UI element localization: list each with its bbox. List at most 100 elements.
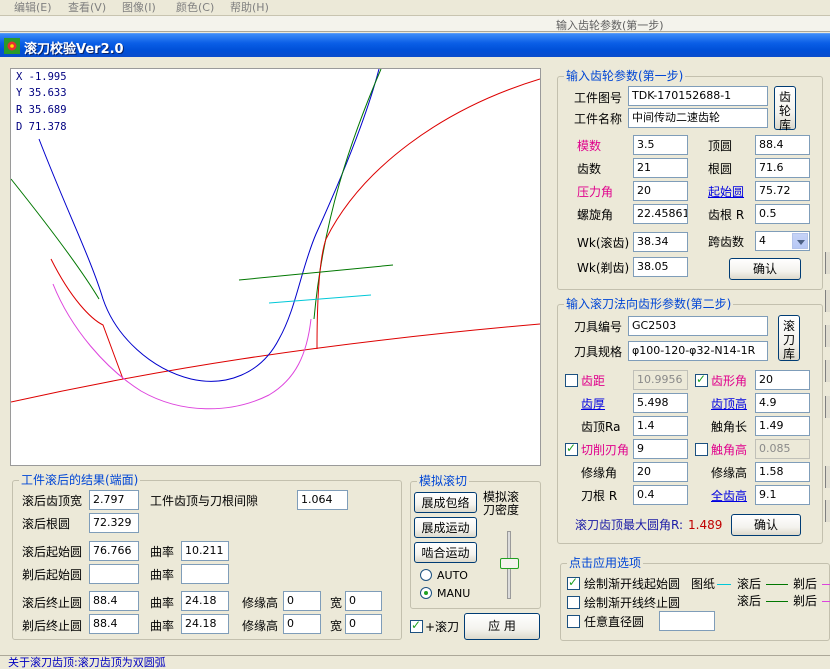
part-no-label: 工件图号 (574, 91, 623, 105)
apply-button[interactable]: 应 用 (464, 613, 540, 640)
width-field-2[interactable]: 0 (345, 614, 382, 634)
pressure-angle-field[interactable]: 20 (633, 181, 688, 201)
density-slider-thumb[interactable] (500, 558, 519, 569)
width-field-1[interactable]: 0 (345, 591, 382, 611)
gear-root-r-field[interactable]: 0.5 (755, 204, 810, 224)
module-field[interactable]: 3.5 (633, 135, 688, 155)
after-hob-end-field[interactable]: 88.4 (89, 591, 139, 611)
auto-radio[interactable] (420, 569, 432, 581)
tip-circle-field[interactable]: 88.4 (755, 135, 810, 155)
clearance-field[interactable]: 1.064 (297, 490, 348, 510)
helix-angle-field[interactable]: 22.45861 (633, 204, 688, 224)
pitch-label: 齿距 (581, 374, 606, 388)
tip-ra-label: 齿顶Ra (581, 420, 621, 434)
dialog-titlebar[interactable]: 滚刀校验Ver2.0 (0, 33, 830, 57)
total-height-link[interactable]: 全齿高 (711, 489, 747, 503)
pitch-field[interactable]: 10.9956 (633, 370, 688, 390)
end-circle-line (268, 294, 372, 304)
addendum-field[interactable]: 4.9 (755, 393, 810, 413)
hob-overlay-checkbox[interactable] (410, 618, 423, 633)
start-circle-field[interactable]: 75.72 (755, 181, 810, 201)
manu-radio[interactable] (420, 587, 432, 599)
tool-spec-field[interactable]: φ100-120-φ32-N14-1R (628, 341, 768, 361)
hob-library-button[interactable]: 滚刀库 (778, 315, 800, 361)
protuberance-length-field[interactable]: 1.49 (755, 416, 810, 436)
land-width-field[interactable]: 2.797 (89, 490, 139, 510)
teeth-label: 齿数 (577, 162, 602, 176)
wk-shave-field[interactable]: 38.05 (633, 257, 688, 277)
mod-height-field[interactable]: 1.58 (755, 462, 810, 482)
any-diameter-checkbox[interactable] (567, 615, 580, 628)
generating-motion-button[interactable]: 展成运动 (414, 517, 477, 538)
offscreen-control-7[interactable] (825, 500, 830, 522)
bg-menu-view[interactable]: 查看(V) (68, 0, 106, 15)
hob-confirm-button[interactable]: 确认 (731, 514, 801, 536)
pressure-angle-label: 压力角 (577, 185, 614, 199)
addendum-link[interactable]: 齿顶高 (711, 397, 747, 411)
profile-angle-field[interactable]: 20 (755, 370, 810, 390)
background-strip-text: 输入齿轮参数(第一步) (556, 19, 664, 32)
tooth-thickness-field[interactable]: 5.498 (633, 393, 688, 413)
bg-menu-image[interactable]: 图像(I) (122, 0, 156, 15)
hob-params-title: 输入滚刀法向齿形参数(第二步) (564, 297, 734, 311)
offscreen-control-6[interactable] (825, 466, 830, 488)
curvature-field-3[interactable]: 24.18 (181, 591, 229, 611)
protuberance-height-field[interactable]: 0.085 (755, 439, 810, 459)
width-label-1: 宽 (330, 596, 343, 610)
tool-no-field[interactable]: GC2503 (628, 316, 768, 336)
mod-angle-field[interactable]: 20 (633, 462, 688, 482)
total-height-field[interactable]: 9.1 (755, 485, 810, 505)
bg-menu-help[interactable]: 帮助(H) (230, 0, 269, 15)
root-circle-field[interactable]: 71.6 (755, 158, 810, 178)
chamfer-angle-field[interactable]: 9 (633, 439, 688, 459)
part-name-field[interactable]: 中间传动二速齿轮 (628, 108, 768, 128)
offscreen-control-3[interactable] (825, 325, 830, 347)
draw-start-circle-checkbox[interactable] (567, 575, 580, 590)
chevron-down-icon[interactable] (792, 233, 808, 249)
clearance-label: 工件齿顶与刀根间隙 (150, 494, 259, 508)
hob-root-r-field[interactable]: 0.4 (633, 485, 688, 505)
after-hob-start-field[interactable]: 76.766 (89, 541, 139, 561)
after-shave-end-field[interactable]: 88.4 (89, 614, 139, 634)
after-hob-end-label: 滚后终止圆 (22, 596, 83, 610)
wk-hob-field[interactable]: 38.34 (633, 232, 688, 252)
start-circle-link[interactable]: 起始圆 (708, 185, 744, 199)
after-shave-start-field[interactable] (89, 564, 139, 584)
span-teeth-select[interactable]: 4 (755, 231, 810, 251)
legend-after-hob-1: 滚后 (737, 577, 762, 591)
chamfer-angle-checkbox[interactable] (565, 441, 578, 456)
offscreen-control-5[interactable] (825, 396, 830, 418)
offscreen-control-1[interactable] (825, 252, 830, 274)
legend-pink-line-2 (822, 601, 830, 602)
pitch-checkbox[interactable] (565, 374, 578, 387)
tooth-thickness-link[interactable]: 齿厚 (581, 397, 605, 411)
chamfer-angle-label: 切削刃角 (581, 443, 630, 457)
legend-green-line-1 (766, 584, 788, 585)
envelope-button[interactable]: 展成包络 (414, 492, 477, 513)
teeth-field[interactable]: 21 (633, 158, 688, 178)
gear-library-button[interactable]: 齿轮库 (774, 86, 796, 132)
profile-angle-checkbox[interactable] (695, 372, 708, 387)
curvature-field-4[interactable]: 24.18 (181, 614, 229, 634)
meshing-motion-button[interactable]: 啮合运动 (414, 542, 477, 563)
curvature-field-1[interactable]: 10.211 (181, 541, 229, 561)
legend-after-shave-1: 剃后 (793, 577, 818, 591)
profile-plot-canvas[interactable]: X -1.995 Y 35.633 R 35.689 D 71.378 (10, 68, 541, 466)
any-diameter-field[interactable] (659, 611, 715, 631)
start-circle-line (238, 264, 394, 281)
offscreen-control-4[interactable] (825, 360, 830, 382)
after-hob-root-field[interactable]: 72.329 (89, 513, 139, 533)
bg-menu-edit[interactable]: 编辑(E) (14, 0, 52, 15)
tool-spec-label: 刀具规格 (574, 345, 623, 359)
mod-height-field-1[interactable]: 0 (283, 591, 321, 611)
protuberance-height-checkbox[interactable] (695, 443, 708, 456)
after-hob-start-label: 滚后起始圆 (22, 545, 83, 559)
offscreen-control-2[interactable] (825, 290, 830, 312)
draw-end-circle-checkbox[interactable] (567, 596, 580, 609)
bg-menu-color[interactable]: 颜色(C) (176, 0, 214, 15)
gear-confirm-button[interactable]: 确认 (729, 258, 801, 280)
curvature-field-2[interactable] (181, 564, 229, 584)
mod-height-field-2[interactable]: 0 (283, 614, 321, 634)
part-no-field[interactable]: TDK-170152688-1 (628, 86, 768, 106)
tip-ra-field[interactable]: 1.4 (633, 416, 688, 436)
